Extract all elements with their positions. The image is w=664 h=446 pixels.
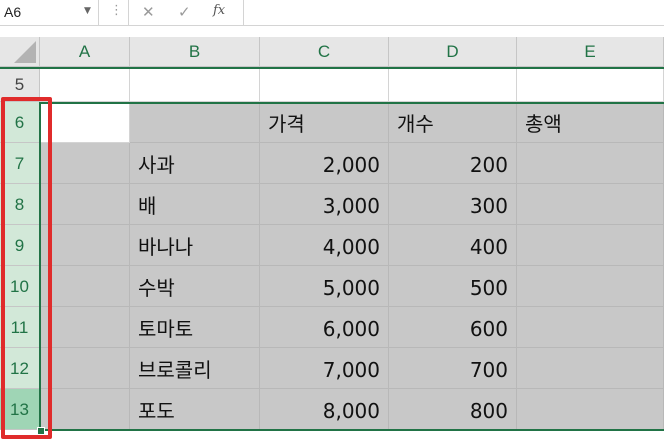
cell-c10[interactable]: 5,000 (260, 266, 389, 307)
cell-a9[interactable] (40, 225, 130, 266)
cell-d10[interactable]: 500 (389, 266, 517, 307)
cell-c11[interactable]: 6,000 (260, 307, 389, 348)
cell-a7[interactable] (40, 143, 130, 184)
cell-d5[interactable] (389, 67, 517, 102)
check-icon[interactable]: ✓ (178, 3, 191, 21)
column-header-c[interactable]: C (260, 37, 389, 67)
cell-e13[interactable] (517, 389, 664, 430)
cell-b6[interactable] (130, 102, 260, 143)
cell-a5[interactable] (40, 67, 130, 102)
cell-b10[interactable]: 수박 (130, 266, 260, 307)
more-options-icon[interactable]: ⋮ (110, 4, 123, 18)
cell-a8[interactable] (40, 184, 130, 225)
cell-b12[interactable]: 브로콜리 (130, 348, 260, 389)
cell-a11[interactable] (40, 307, 130, 348)
cell-e10[interactable] (517, 266, 664, 307)
cell-d11[interactable]: 600 (389, 307, 517, 348)
cell-d12[interactable]: 700 (389, 348, 517, 389)
cell-c12[interactable]: 7,000 (260, 348, 389, 389)
column-header-d[interactable]: D (389, 37, 517, 67)
cell-e9[interactable] (517, 225, 664, 266)
formula-bar: A6 ▼ ⋮ ✕ ✓ fx (0, 0, 664, 26)
row-selection-highlight (1, 97, 52, 439)
name-box-value: A6 (4, 4, 22, 20)
cell-d7[interactable]: 200 (389, 143, 517, 184)
cell-c7[interactable]: 2,000 (260, 143, 389, 184)
cell-b7[interactable]: 사과 (130, 143, 260, 184)
chevron-down-icon[interactable]: ▼ (84, 6, 91, 16)
cell-e5[interactable] (517, 67, 664, 102)
column-header-a[interactable]: A (40, 37, 130, 67)
cancel-icon[interactable]: ✕ (142, 3, 155, 21)
cell-c5[interactable] (260, 67, 389, 102)
cell-b13[interactable]: 포도 (130, 389, 260, 430)
toolbar-gap (0, 26, 664, 37)
selection-top-border (40, 102, 664, 104)
formula-bar-separator (128, 0, 129, 25)
cell-e12[interactable] (517, 348, 664, 389)
select-all-button[interactable] (0, 37, 40, 67)
cell-a12[interactable] (40, 348, 130, 389)
cell-b8[interactable]: 배 (130, 184, 260, 225)
name-box[interactable]: A6 ▼ (0, 0, 99, 25)
header-bottom-border (0, 67, 664, 69)
cell-d8[interactable]: 300 (389, 184, 517, 225)
cell-e11[interactable] (517, 307, 664, 348)
cell-c9[interactable]: 4,000 (260, 225, 389, 266)
cell-c6[interactable]: 가격 (260, 102, 389, 143)
cell-c13[interactable]: 8,000 (260, 389, 389, 430)
cell-b11[interactable]: 토마토 (130, 307, 260, 348)
insert-function-icon[interactable]: fx (213, 3, 225, 18)
cell-e6[interactable]: 총액 (517, 102, 664, 143)
cell-a13[interactable] (40, 389, 130, 430)
formula-input[interactable] (243, 0, 664, 25)
column-header-e[interactable]: E (517, 37, 664, 67)
cell-b5[interactable] (130, 67, 260, 102)
cell-b9[interactable]: 바나나 (130, 225, 260, 266)
cell-a10[interactable] (40, 266, 130, 307)
selection-bottom-border (40, 429, 664, 431)
cell-e8[interactable] (517, 184, 664, 225)
cell-e7[interactable] (517, 143, 664, 184)
cell-a6[interactable] (40, 102, 130, 143)
column-header-b[interactable]: B (130, 37, 260, 67)
select-all-triangle-icon (14, 41, 36, 63)
cell-d6[interactable]: 개수 (389, 102, 517, 143)
cell-c8[interactable]: 3,000 (260, 184, 389, 225)
cell-d13[interactable]: 800 (389, 389, 517, 430)
cell-d9[interactable]: 400 (389, 225, 517, 266)
